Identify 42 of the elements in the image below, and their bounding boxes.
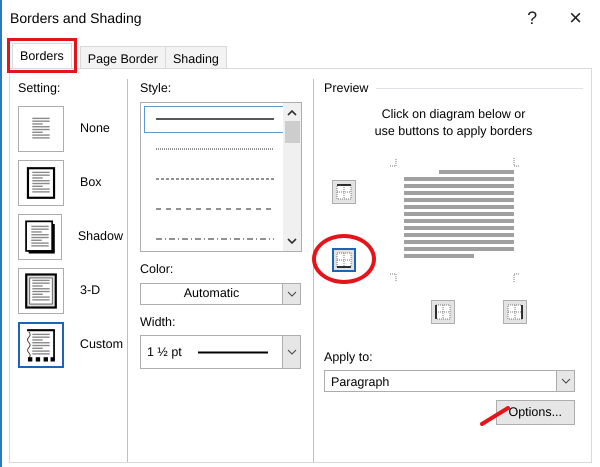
setting-label: Setting: bbox=[18, 80, 62, 97]
color-label: Color: bbox=[140, 260, 174, 278]
scrollbar[interactable] bbox=[283, 102, 301, 251]
bottom-border-icon bbox=[335, 250, 353, 268]
setting-option-button[interactable] bbox=[18, 268, 64, 314]
scrollbar-thumb[interactable] bbox=[284, 120, 300, 143]
apply-to-value: Paragraph bbox=[331, 375, 390, 390]
tab[interactable]: Page Border bbox=[80, 46, 166, 68]
left-border-icon bbox=[434, 302, 452, 320]
scroll-down-icon bbox=[287, 236, 297, 245]
setting-option-label: 3-D bbox=[80, 282, 100, 300]
options-button[interactable]: Options... bbox=[496, 400, 575, 425]
apply-to-label: Apply to: bbox=[324, 348, 374, 366]
top-border-icon bbox=[335, 182, 353, 200]
width-value: 1 ½ pt bbox=[147, 344, 182, 361]
bottom-border-button[interactable] bbox=[332, 248, 356, 272]
setting-option-label: Shadow bbox=[78, 228, 123, 246]
line-style-option[interactable] bbox=[144, 106, 286, 133]
top-border-button[interactable] bbox=[332, 180, 356, 204]
right-border-icon bbox=[506, 302, 524, 320]
tab[interactable]: Shading bbox=[164, 46, 227, 68]
left-border-button[interactable] bbox=[430, 300, 454, 324]
line-sample bbox=[198, 350, 268, 354]
apply-to-dropdown[interactable]: Paragraph bbox=[324, 370, 575, 392]
setting-option-label: None bbox=[80, 120, 110, 138]
help-button[interactable]: ? bbox=[519, 9, 546, 27]
setting-option-label: Box bbox=[80, 174, 102, 192]
color-value: Automatic bbox=[184, 285, 240, 302]
window-title: Borders and Shading bbox=[10, 8, 143, 28]
scroll-up-icon bbox=[287, 108, 297, 117]
setting-option-button[interactable] bbox=[18, 160, 64, 206]
close-button[interactable]: × bbox=[561, 7, 590, 29]
preview-hint: Click on diagram below or use buttons to apply borders bbox=[374, 106, 534, 140]
width-dropdown[interactable]: 1 ½ pt bbox=[140, 335, 301, 370]
setting-option-label: Custom bbox=[80, 336, 123, 354]
color-dropdown[interactable]: Automatic bbox=[140, 282, 301, 304]
setting-option-button[interactable] bbox=[18, 322, 64, 368]
setting-option-button[interactable] bbox=[18, 214, 62, 260]
preview-label: Preview bbox=[324, 80, 368, 97]
right-border-button[interactable] bbox=[502, 300, 526, 324]
width-label: Width: bbox=[140, 314, 176, 330]
style-label: Style: bbox=[140, 80, 172, 97]
